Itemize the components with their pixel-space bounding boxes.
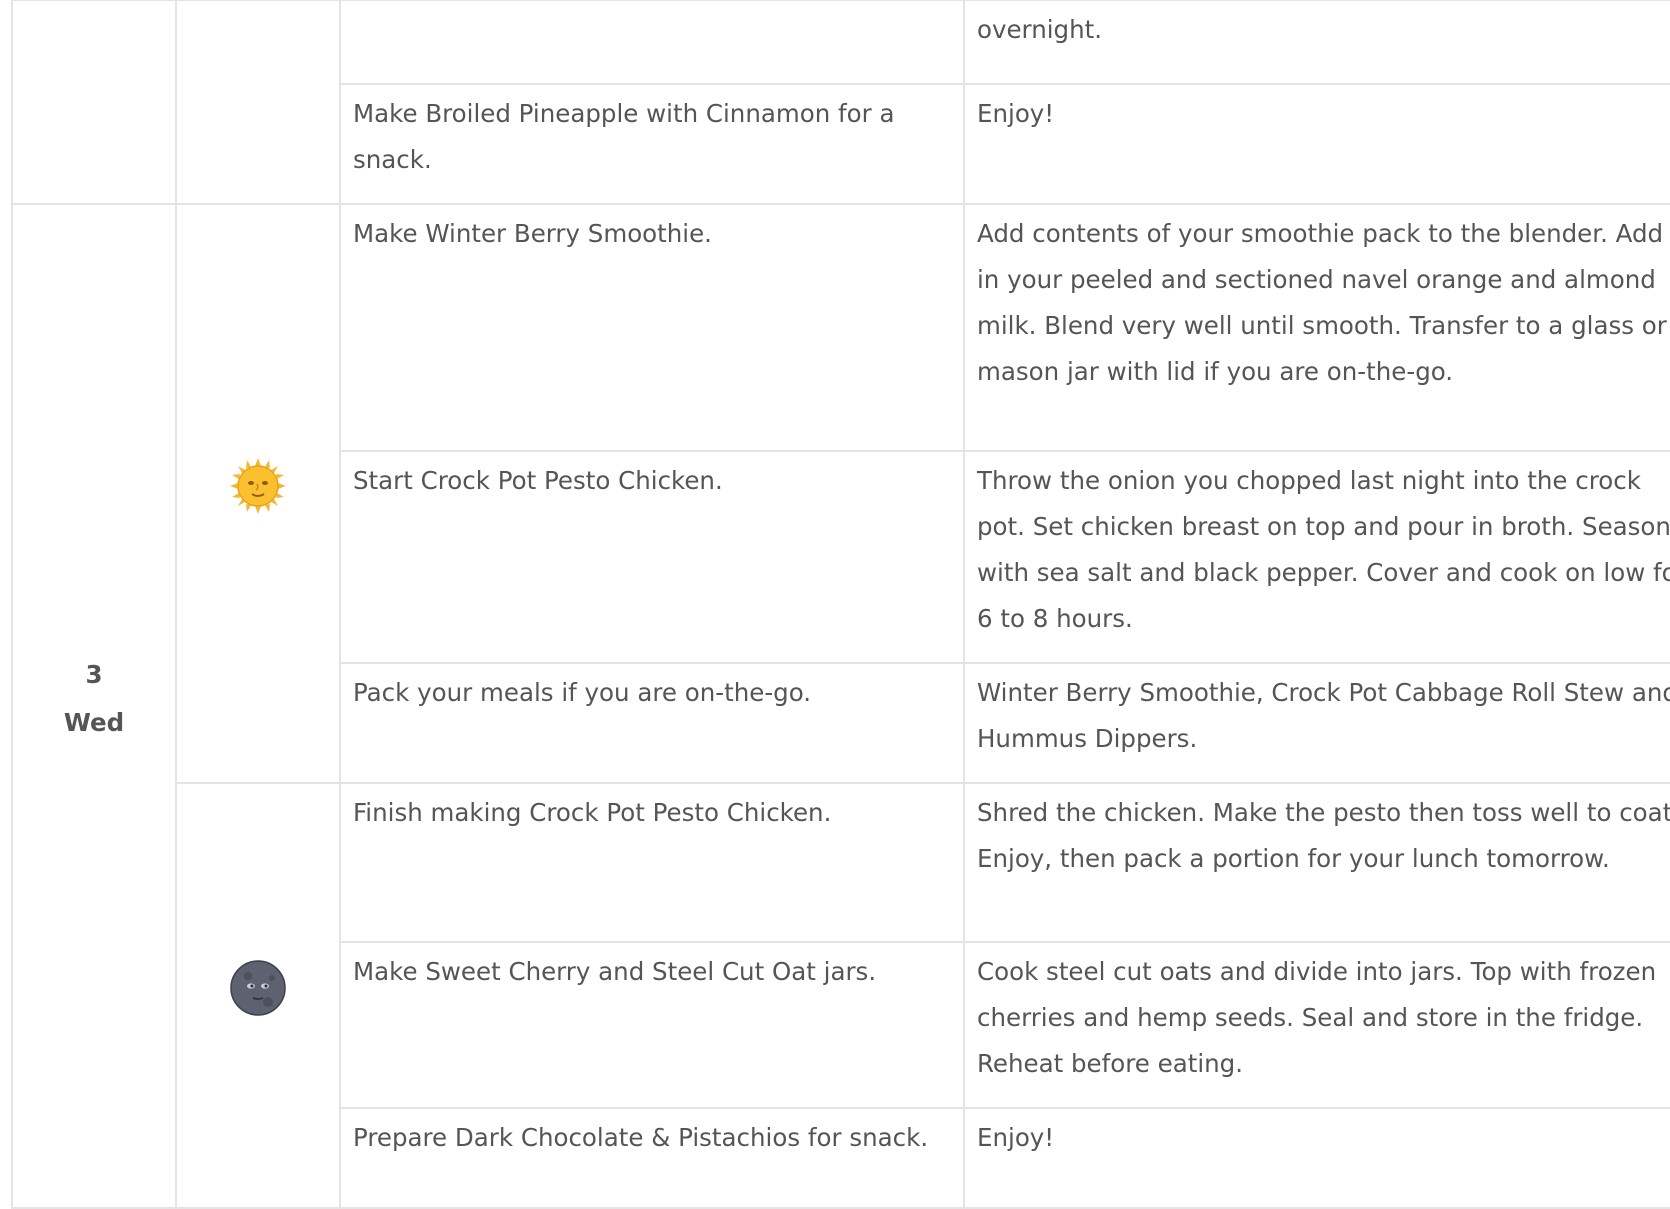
task-cell: Prepare Dark Chocolate & Pistachios for … (339, 1107, 965, 1209)
detail-cell: Shred the chicken. Make the pesto then t… (963, 782, 1670, 943)
task-cell (339, 0, 965, 85)
evening-cell (175, 782, 341, 1209)
detail-cell: Add contents of your smoothie pack to th… (963, 203, 1670, 452)
task-cell: Make Winter Berry Smoothie. (339, 203, 965, 452)
detail-cell: Cook steel cut oats and divide into jars… (963, 941, 1670, 1109)
detail-cell: Enjoy! (963, 83, 1670, 205)
table-row: overnight. (11, 0, 1670, 205)
table-row: Finish making Crock Pot Pesto Chicken. S… (12, 782, 1670, 1209)
task-cell: Make Broiled Pineapple with Cinnamon for… (339, 83, 965, 205)
detail-cell: Enjoy! (963, 1107, 1670, 1209)
task-cell: Start Crock Pot Pesto Chicken. (339, 450, 965, 664)
table-row: 3 Wed Make Winter Berry Smoothie. Add co… (11, 203, 1670, 1209)
new-moon-face-icon (228, 958, 288, 1018)
morning-cell (175, 203, 341, 784)
detail-cell: overnight. (963, 0, 1670, 85)
previous-time-cell (175, 0, 341, 205)
meal-prep-table: overnight. Make Broiled Pineapple with C… (11, 0, 1670, 1209)
task-cell: Make Sweet Cherry and Steel Cut Oat jars… (339, 941, 965, 1109)
detail-cell: Throw the onion you chopped last night i… (963, 450, 1670, 664)
detail-cell: Winter Berry Smoothie, Crock Pot Cabbage… (963, 662, 1670, 784)
day-cell: 3 Wed (11, 203, 177, 1209)
previous-day-cell (11, 0, 177, 205)
sun-face-icon (228, 456, 288, 516)
task-cell: Finish making Crock Pot Pesto Chicken. (339, 782, 965, 943)
day-number: 3 (85, 660, 103, 689)
task-cell: Pack your meals if you are on-the-go. (339, 662, 965, 784)
day-name: Wed (63, 708, 125, 737)
